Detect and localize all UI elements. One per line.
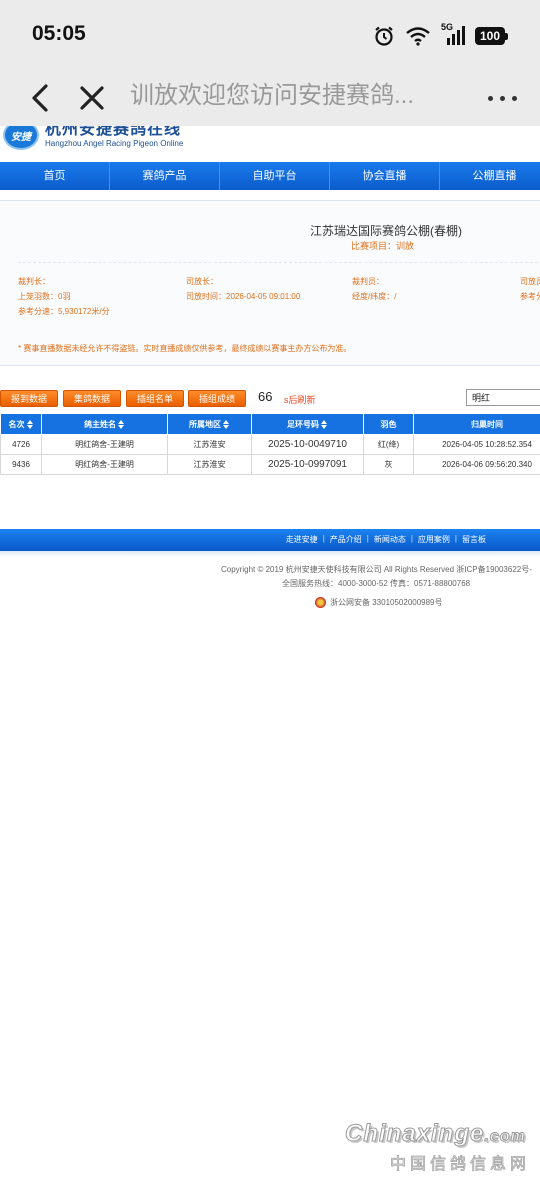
column-arrival-time: 归巢时间 xyxy=(413,413,540,435)
release-time: 司放时间：2026-04-05 09:01:00 xyxy=(186,292,301,301)
network-type: 5G xyxy=(441,22,454,32)
column-color: 羽色 xyxy=(363,413,414,435)
footer-link-cases[interactable]: 应用案例 xyxy=(418,534,450,545)
status-icons: 5G 100 xyxy=(373,22,508,50)
watermark-cn: 中国信鸽信息网 xyxy=(390,1156,531,1174)
police-badge-icon xyxy=(315,597,326,608)
site-header: 安捷 杭州安捷赛鸽在线 Hangzhou Angel Racing Pigeon… xyxy=(0,126,540,162)
cell-ring-number: 2025-10-0997091 xyxy=(251,454,364,475)
refresh-countdown-label: s后刷新 xyxy=(284,395,316,405)
release-chief: 司放长： xyxy=(186,277,218,286)
hotline-text: 全国服务热线：4000-3000-52 传真：0571-88800768 xyxy=(282,579,471,588)
cell-color: 灰 xyxy=(363,454,414,475)
status-bar: 05:05 5G 100 xyxy=(0,0,540,70)
race-info-panel: 江苏瑞达国际赛鸽公棚(春棚) 比赛项目：训放 裁判长： 司放长： 裁判员： 司放… xyxy=(0,200,540,366)
footer-link-news[interactable]: 新闻动态 xyxy=(374,534,406,545)
sort-icon xyxy=(223,419,230,429)
nav-coop-live[interactable]: 公棚直播 xyxy=(440,162,540,190)
footer-link-about[interactable]: 走进安捷 xyxy=(286,534,318,545)
reference-speed: 参考分速：5,930172米/分 xyxy=(18,307,110,316)
table-row: 9436 明红鸽舍-王建明 江苏淮安 2025-10-0997091 灰 202… xyxy=(0,454,540,475)
race-subtitle: 比赛项目：训放 xyxy=(351,241,415,251)
footer-link-guestbook[interactable]: 留言板 xyxy=(462,534,486,545)
cell-owner: 明红鸽舍-王建明 xyxy=(41,434,168,455)
release-staff: 司放员 xyxy=(520,277,540,286)
main-nav: 首页 赛鸽产品 自助平台 协会直播 公棚直播 xyxy=(0,162,540,190)
refresh-countdown: 66 xyxy=(258,389,273,404)
report-data-button[interactable]: 报到数据 xyxy=(0,390,59,407)
table-header-row: 名次 鸽主姓名 所属地区 足环号码 羽色 归巢时间 xyxy=(0,413,540,435)
site-logo[interactable]: 安捷 杭州安捷赛鸽在线 Hangzhou Angel Racing Pigeon… xyxy=(3,126,183,150)
nav-products[interactable]: 赛鸽产品 xyxy=(110,162,220,190)
cell-region: 江苏淮安 xyxy=(167,434,252,455)
on-coop-count: 上笼羽数：0羽 xyxy=(18,292,71,301)
alarm-icon xyxy=(373,25,395,47)
cell-ring-number: 2025-10-0049710 xyxy=(251,434,364,455)
sort-icon xyxy=(26,419,34,429)
back-icon xyxy=(32,84,48,112)
referee: 裁判员： xyxy=(352,277,384,286)
logo-mark: 安捷 xyxy=(3,126,39,150)
more-button[interactable] xyxy=(480,78,524,118)
column-region[interactable]: 所属地区 xyxy=(167,413,252,435)
cell-arrival-time: 2026-04-06 09:56:20.340 xyxy=(413,454,540,475)
cell-color: 红(绛) xyxy=(363,434,414,455)
column-rank[interactable]: 名次 xyxy=(0,413,42,435)
group-results-button[interactable]: 插组成绩 xyxy=(188,390,247,407)
logo-title-cn: 杭州安捷赛鸽在线 xyxy=(45,126,182,138)
table-row: 4726 明红鸽舍-王建明 江苏淮安 2025-10-0049710 红(绛) … xyxy=(0,434,540,455)
footer-bar: 走进安捷 | 产品介绍 | 新闻动态 | 应用案例 | 留言板 xyxy=(0,529,540,551)
police-record[interactable]: 浙公网安备 33010502000989号 xyxy=(315,597,443,608)
back-button[interactable] xyxy=(22,78,58,118)
race-title: 江苏瑞达国际赛鸽公棚(春棚) xyxy=(310,224,462,238)
collect-data-button[interactable]: 集鸽数据 xyxy=(63,390,122,407)
battery-icon: 100 xyxy=(475,27,508,45)
close-button[interactable] xyxy=(74,78,110,118)
sort-icon xyxy=(321,419,328,429)
results-table: 名次 鸽主姓名 所属地区 足环号码 羽色 归巢时间 4726 明红鸽舍-王建明 … xyxy=(0,413,540,475)
watermark-en: Chinaxinge.com xyxy=(344,1120,526,1148)
copyright-text: Copyright © 2019 杭州安捷天使科技有限公司 All Rights… xyxy=(221,565,532,574)
nav-home[interactable]: 首页 xyxy=(0,162,110,190)
status-time: 05:05 xyxy=(32,22,86,45)
cell-owner: 明红鸽舍-王建明 xyxy=(41,454,168,475)
column-ring-number[interactable]: 足环号码 xyxy=(251,413,364,435)
results-toolbar: 报到数据 集鸽数据 插组名单 插组成绩 66 s后刷新 xyxy=(0,386,540,412)
column-owner[interactable]: 鸽主姓名 xyxy=(41,413,168,435)
browser-toolbar: 训放欢迎您访问安捷赛鸽... xyxy=(0,70,540,126)
reference-cut: 参考分 xyxy=(520,292,540,301)
footer-links: 走进安捷 | 产品介绍 | 新闻动态 | 应用案例 | 留言板 xyxy=(285,534,486,545)
page-title: 训放欢迎您访问安捷赛鸽... xyxy=(130,82,415,109)
wifi-icon xyxy=(405,26,431,46)
sort-icon xyxy=(118,419,125,429)
cell-region: 江苏淮安 xyxy=(167,454,252,475)
notice-text: * 赛事直播数据未经允许不得盗链。实时直播成绩仅供参考，最终成绩以赛事主办方公布… xyxy=(18,344,352,353)
signal-icon: 5G xyxy=(441,22,465,46)
coordinates: 经度/纬度：/ xyxy=(352,292,397,301)
more-icon xyxy=(487,95,493,101)
footer-link-products[interactable]: 产品介绍 xyxy=(330,534,362,545)
police-record-text: 浙公网安备 33010502000989号 xyxy=(330,598,443,607)
cell-rank: 9436 xyxy=(0,454,42,475)
referee-chief: 裁判长： xyxy=(18,277,50,286)
search-input[interactable] xyxy=(466,389,540,406)
close-icon xyxy=(80,86,104,110)
cell-arrival-time: 2026-04-05 10:28:52.354 xyxy=(413,434,540,455)
group-list-button[interactable]: 插组名单 xyxy=(126,390,185,407)
cell-rank: 4726 xyxy=(0,434,42,455)
nav-association-live[interactable]: 协会直播 xyxy=(330,162,440,190)
battery-level: 100 xyxy=(475,27,505,45)
logo-title-en: Hangzhou Angel Racing Pigeon Online xyxy=(45,139,184,148)
nav-self-service[interactable]: 自助平台 xyxy=(220,162,330,190)
